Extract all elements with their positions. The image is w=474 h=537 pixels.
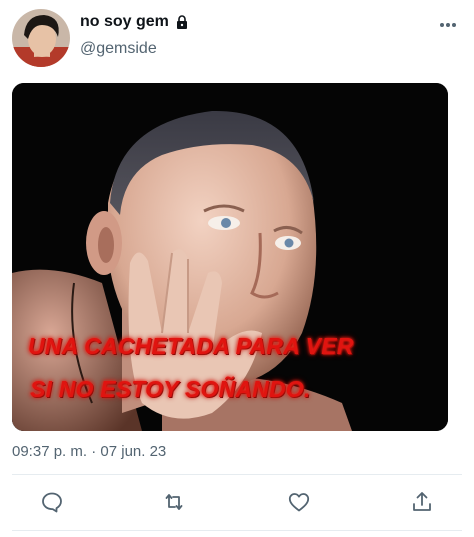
timestamp-separator: ·	[91, 443, 97, 460]
share-icon[interactable]	[410, 490, 436, 516]
tweet-time: 09:37 p. m.	[12, 443, 88, 460]
tweet-header: no soy gem @gemside	[0, 0, 474, 80]
meme-caption-line-2: SI NO ESTOY SOÑANDO.	[30, 376, 311, 402]
name-row: no soy gem	[80, 13, 189, 31]
user-handle[interactable]: @gemside	[80, 40, 157, 58]
action-bar	[0, 480, 474, 524]
divider	[12, 530, 462, 531]
tweet-timestamp[interactable]: 09:37 p. m. · 07 jun. 23	[12, 443, 166, 460]
meme-caption-line-1: UNA CACHETADA PARA VER	[28, 333, 354, 359]
retweet-icon[interactable]	[162, 490, 188, 516]
lock-icon	[175, 15, 189, 29]
reply-icon[interactable]	[40, 490, 66, 516]
more-options-icon[interactable]	[438, 17, 458, 27]
tweet-date: 07 jun. 23	[100, 443, 167, 460]
like-icon[interactable]	[287, 490, 313, 516]
display-name[interactable]: no soy gem	[80, 13, 169, 31]
divider	[12, 474, 462, 475]
avatar[interactable]	[12, 9, 70, 67]
tweet-media-image[interactable]: UNA CACHETADA PARA VER SI NO ESTOY SOÑAN…	[12, 83, 448, 431]
